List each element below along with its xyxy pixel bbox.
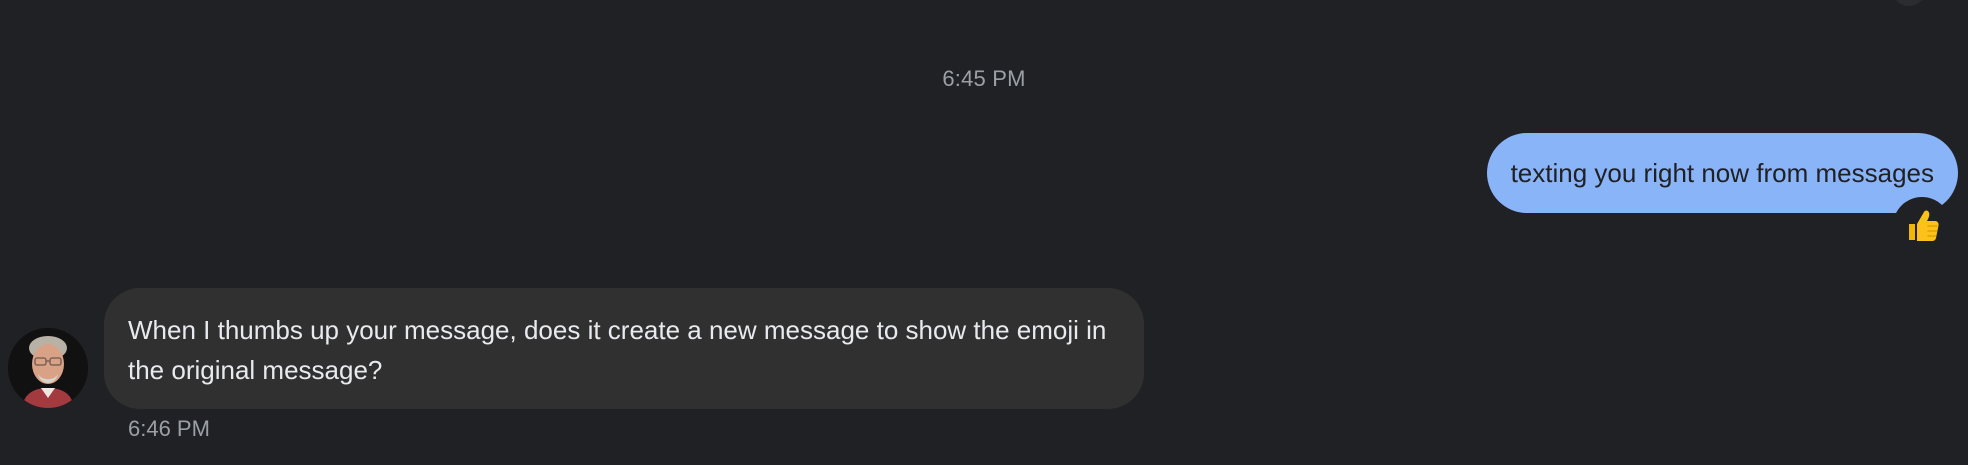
avatar[interactable] <box>8 328 88 408</box>
contact-photo <box>8 328 88 408</box>
reaction-badge[interactable] <box>1893 197 1951 255</box>
incoming-message-bubble[interactable]: When I thumbs up your message, does it c… <box>104 288 1144 409</box>
message-timestamp: 6:46 PM <box>128 416 210 441</box>
incoming-message-text: When I thumbs up your message, does it c… <box>128 315 1107 385</box>
timestamp-divider: 6:45 PM <box>942 66 1026 91</box>
thumbs-up-icon <box>1909 210 1939 241</box>
message-thread: 6:45 PM texting you right now from messa… <box>0 0 1968 465</box>
outgoing-message-text: texting you right now from messages <box>1510 157 1934 188</box>
scroll-button[interactable] <box>1892 0 1926 6</box>
outgoing-message-bubble[interactable]: texting you right now from messages <box>1486 133 1958 213</box>
